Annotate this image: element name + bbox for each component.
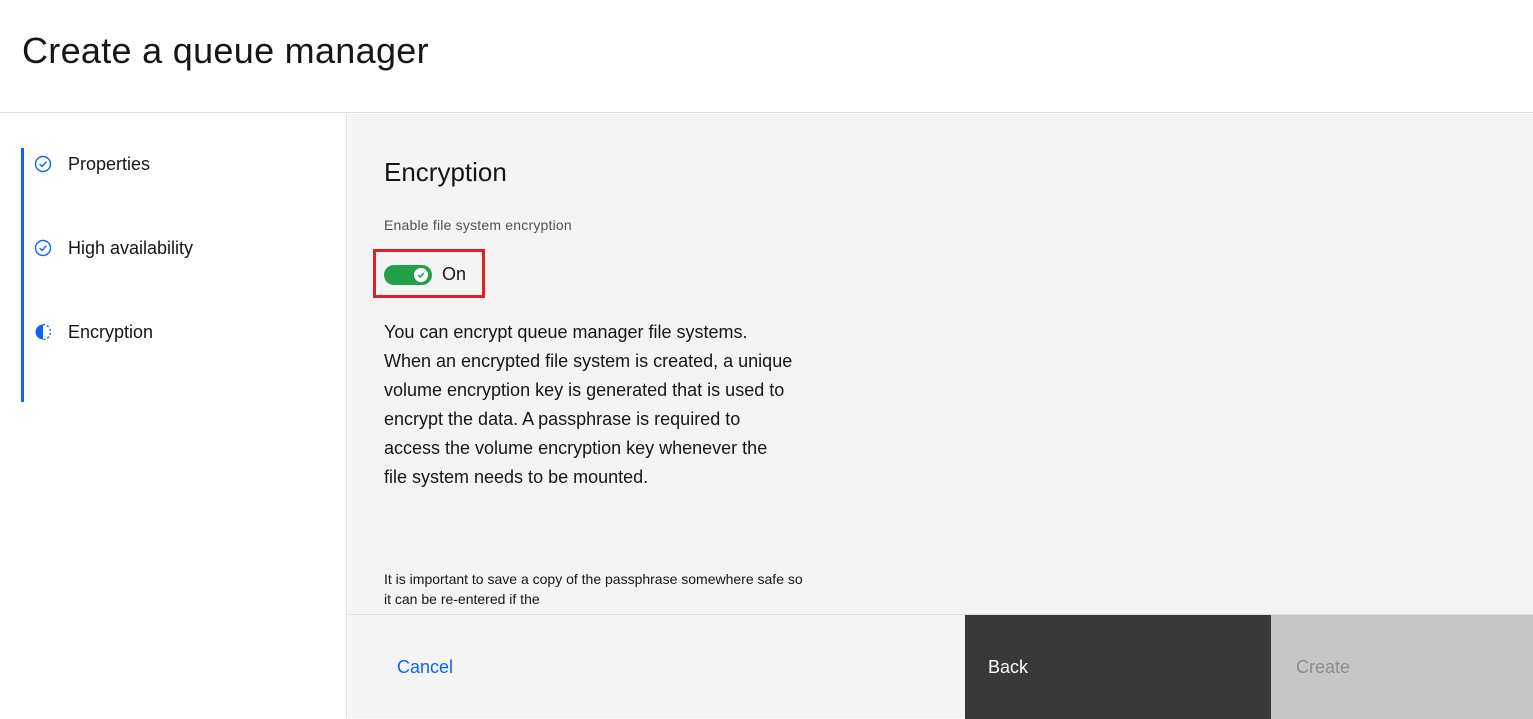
step-label: High availability — [68, 237, 194, 258]
toggle-label: Enable file system encryption — [384, 217, 572, 233]
step-high-availability[interactable]: High availability — [34, 236, 193, 260]
progress-sidebar: Properties High availability Encryption — [0, 114, 347, 718]
page-header: Create a queue manager — [0, 0, 1533, 113]
toggle-knob — [414, 267, 428, 282]
passphrase-note: It is important to save a copy of the pa… — [384, 571, 803, 607]
checkmark-icon — [417, 272, 425, 278]
toggle-state-text: On — [442, 264, 467, 284]
step-label: Properties — [68, 153, 151, 174]
step-label: Encryption — [68, 321, 154, 342]
incomplete-icon — [34, 323, 52, 341]
step-properties[interactable]: Properties — [34, 152, 150, 176]
progress-indicator-line — [21, 148, 24, 402]
back-button[interactable]: Back — [965, 615, 1271, 719]
create-button[interactable]: Create — [1271, 615, 1533, 719]
section-title: Encryption — [384, 157, 507, 187]
step-encryption[interactable]: Encryption — [34, 320, 153, 344]
cancel-button[interactable]: Cancel — [348, 615, 965, 719]
encryption-toggle[interactable]: On — [384, 264, 466, 285]
footer-actions: Cancel Back Create — [348, 614, 1533, 719]
checkmark-outline-icon — [34, 155, 52, 173]
toggle-track[interactable] — [384, 264, 432, 285]
page-title: Create a queue manager — [22, 30, 429, 71]
checkmark-outline-icon — [34, 239, 52, 257]
encryption-description: You can encrypt queue manager file syste… — [384, 322, 793, 487]
main-content: Encryption Enable file system encryption… — [348, 114, 1533, 614]
